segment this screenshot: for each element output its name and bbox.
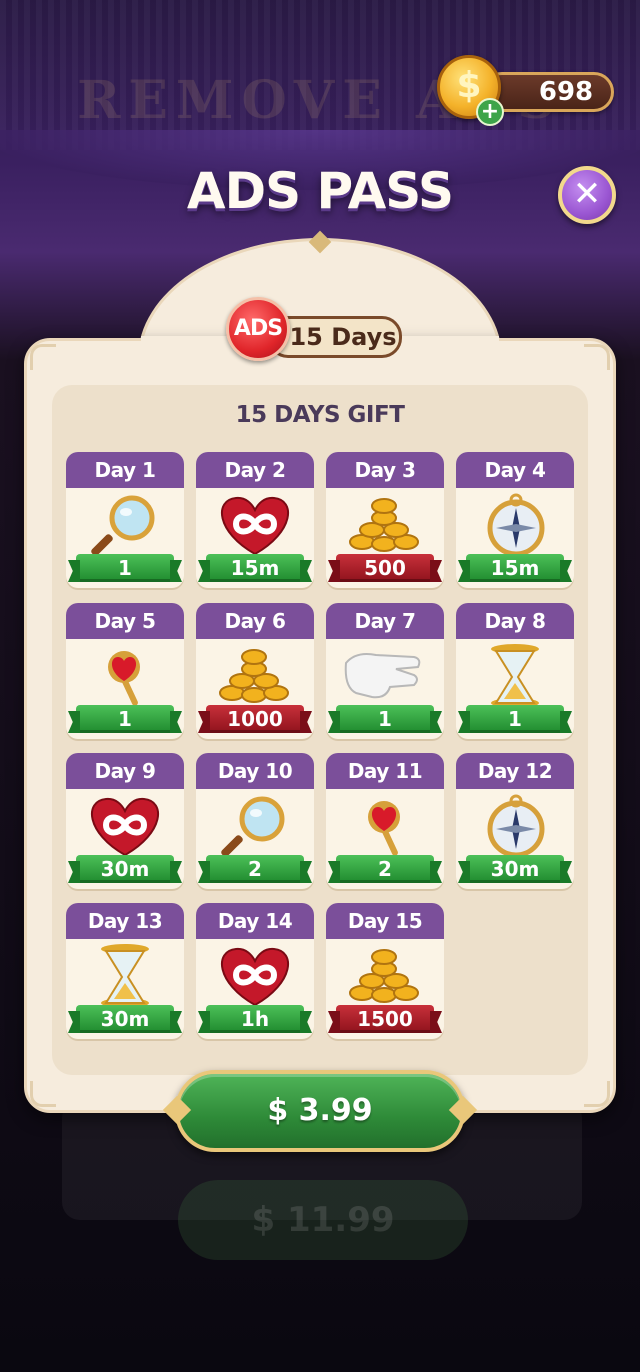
glove-icon — [326, 643, 444, 707]
day-label: Day 15 — [326, 903, 444, 939]
coin-amount: 698 — [538, 77, 594, 107]
reward-amount: 1h — [206, 1005, 304, 1033]
day-label: Day 10 — [196, 753, 314, 789]
corner-ornament — [30, 344, 56, 370]
day-label: Day 3 — [326, 452, 444, 488]
infinite-heart-icon — [66, 793, 184, 857]
day-label: Day 7 — [326, 603, 444, 639]
ruby-wand-icon — [66, 643, 184, 707]
gift-title: 15 DAYS GIFT — [235, 402, 405, 428]
reward-amount: 1 — [336, 705, 434, 733]
ads-badge-icon: ADS — [226, 297, 290, 361]
day-reward-tile: Day 1 1 — [66, 452, 184, 588]
hourglass-icon — [456, 643, 574, 708]
day-label: Day 5 — [66, 603, 184, 639]
day-reward-tile: Day 12 30m — [456, 753, 574, 889]
day-reward-tile: Day 7 1 — [326, 603, 444, 739]
infinite-heart-icon — [196, 943, 314, 1007]
compass-icon — [456, 793, 574, 858]
coins-icon — [326, 492, 444, 556]
ruby-wand-icon — [326, 793, 444, 857]
day-reward-tile: Day 9 30m — [66, 753, 184, 889]
day-reward-tile: Day 2 15m — [196, 452, 314, 588]
background-button-ghost: $ 11.99 — [178, 1180, 468, 1260]
day-reward-tile: Day 5 1 — [66, 603, 184, 739]
day-reward-tile: Day 15 1500 — [326, 903, 444, 1039]
reward-amount: 15m — [206, 554, 304, 582]
reward-amount: 1 — [76, 705, 174, 733]
reward-amount: 1500 — [336, 1005, 434, 1033]
magnifier-icon — [66, 492, 184, 556]
day-label: Day 11 — [326, 753, 444, 789]
day-label: Day 12 — [456, 753, 574, 789]
day-label: Day 14 — [196, 903, 314, 939]
close-button[interactable]: ✕ — [558, 166, 616, 224]
hourglass-icon — [66, 943, 184, 1008]
day-label: Day 8 — [456, 603, 574, 639]
reward-amount: 30m — [76, 1005, 174, 1033]
reward-amount: 500 — [336, 554, 434, 582]
infinite-heart-icon — [196, 492, 314, 556]
day-reward-tile: Day 6 1000 — [196, 603, 314, 739]
reward-amount: 2 — [206, 855, 304, 883]
purchase-button[interactable]: $ 3.99 — [175, 1070, 465, 1152]
reward-amount: 30m — [76, 855, 174, 883]
day-label: Day 13 — [66, 903, 184, 939]
page-title: ADS PASS — [186, 162, 454, 220]
day-label: Day 6 — [196, 603, 314, 639]
reward-amount: 1 — [76, 554, 174, 582]
corner-ornament — [30, 1081, 56, 1107]
day-reward-tile: Day 10 2 — [196, 753, 314, 889]
day-reward-tile: Day 8 1 — [456, 603, 574, 739]
day-label: Day 9 — [66, 753, 184, 789]
reward-amount: 1 — [466, 705, 564, 733]
coins-icon — [326, 943, 444, 1007]
reward-amount: 2 — [336, 855, 434, 883]
day-reward-tile: Day 11 2 — [326, 753, 444, 889]
add-coins-icon[interactable]: + — [476, 98, 504, 126]
day-reward-tile: Day 13 30m — [66, 903, 184, 1039]
day-label: Day 4 — [456, 452, 574, 488]
compass-icon — [456, 492, 574, 557]
reward-amount: 30m — [466, 855, 564, 883]
day-reward-tile: Day 14 1h — [196, 903, 314, 1039]
day-reward-tile: Day 4 15m — [456, 452, 574, 588]
magnifier-icon — [196, 793, 314, 857]
reward-amount: 15m — [466, 554, 564, 582]
day-label: Day 2 — [196, 452, 314, 488]
reward-amount: 1000 — [206, 705, 304, 733]
day-label: Day 1 — [66, 452, 184, 488]
corner-ornament — [584, 1081, 610, 1107]
coins-icon — [196, 643, 314, 707]
corner-ornament — [584, 344, 610, 370]
day-reward-tile: Day 3 500 — [326, 452, 444, 588]
